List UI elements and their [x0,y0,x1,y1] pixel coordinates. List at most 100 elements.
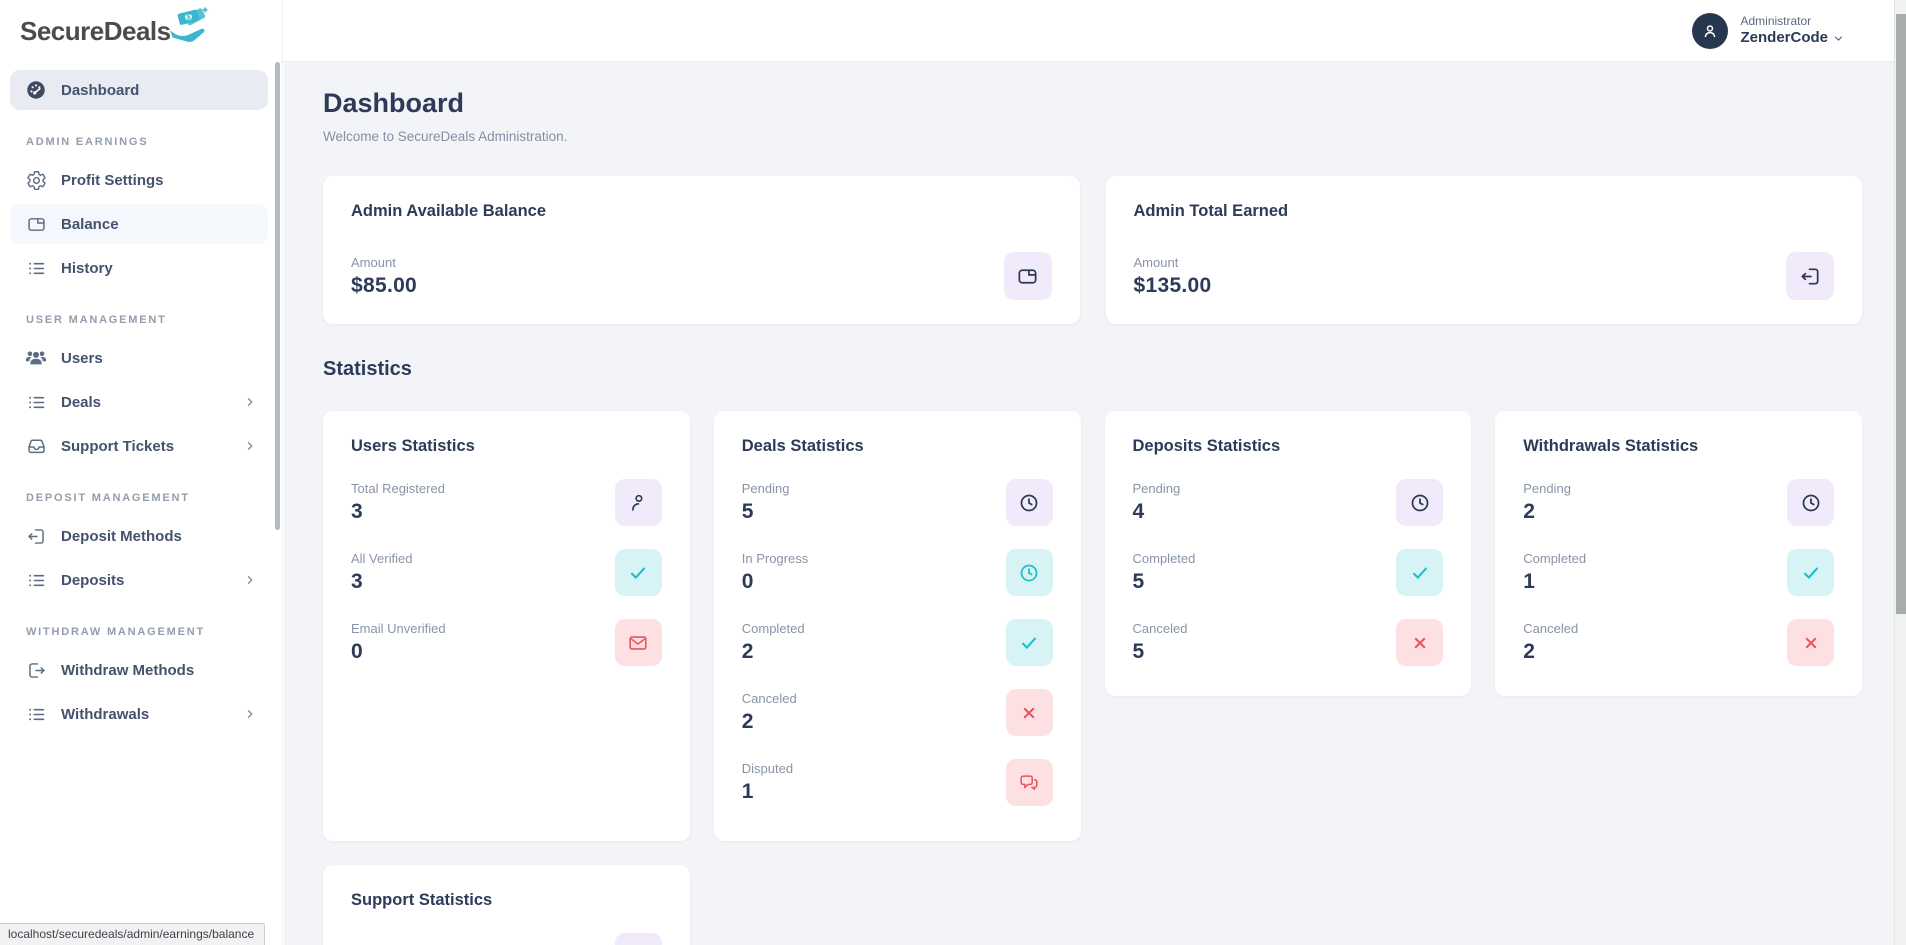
inbox-icon [24,434,48,458]
sidebar-item-label: Withdrawals [61,705,150,723]
sidebar-section-user-management: USER MANAGEMENT [26,314,167,326]
sidebar-item-label: History [61,259,113,277]
export-box-icon [24,658,48,682]
stat-value: 2 [1523,640,1536,663]
stat-value: 2 [741,640,754,663]
stat-row: New Replied [351,933,662,945]
sidebar-item-label: Users [61,349,103,367]
stat-row: Pending 2 [1523,479,1834,526]
stat-row: Completed 1 [1523,549,1834,596]
check-icon [1396,549,1444,596]
clock-icon [1787,479,1834,526]
stat-value: 3 [351,500,363,523]
sidebar-section-withdraw-management: WITHDRAW MANAGEMENT [26,626,206,638]
clock-icon [1005,549,1053,596]
list-icon [24,256,48,280]
speedometer-icon [24,78,48,102]
page-title: Dashboard [323,88,465,118]
clock-icon [1396,479,1444,526]
stat-value: 0 [351,640,363,663]
x-icon [1396,619,1444,666]
sidebar-nav: Dashboard ADMIN EARNINGS Profit Settings [0,62,282,734]
stat-label: Total Registered [351,481,445,496]
stat-value: 5 [1132,570,1145,593]
sidebar-item-label: Deals [61,393,102,411]
stat-value: 1 [1523,570,1536,593]
sidebar-item-deposit-methods[interactable]: Deposit Methods [10,516,268,556]
withdrawals-statistics-card: Withdrawals Statistics Pending 2 Complet… [1495,411,1862,696]
main-content: Dashboard Welcome to SecureDeals Adminis… [283,62,1894,945]
check-icon [1005,619,1053,666]
card-title: Withdrawals Statistics [1523,437,1699,455]
chat-icon [1005,759,1053,806]
sidebar-item-withdrawals[interactable]: Withdrawals [10,694,268,734]
stat-label: Pending [1132,481,1181,496]
stat-row: Email Unverified 0 [351,619,662,666]
stat-row: Pending 5 [742,479,1053,526]
link-status-bar: localhost/securedeals/admin/earnings/bal… [0,923,266,945]
mail-icon [614,619,662,666]
stat-label: Pending [1523,481,1571,496]
logo-text: SecureDeals [20,15,171,46]
wallet-icon [24,212,48,236]
wallet-icon [1003,252,1052,300]
stat-row: Completed 5 [1133,549,1444,596]
avatar [1692,12,1729,49]
deals-statistics-card: Deals Statistics Pending 5 In Progress 0 [713,411,1081,841]
sidebar-scrollbar-thumb[interactable] [275,62,280,530]
logo[interactable]: SecureDeals $ [0,0,282,62]
sidebar-item-balance[interactable]: Balance [10,204,268,244]
admin-total-earned-card: Admin Total Earned Amount $135.00 [1105,176,1862,324]
stat-label: Completed [1132,551,1196,566]
users-icon [24,346,48,370]
stat-value: 4 [1132,500,1145,523]
list-icon [24,568,48,592]
card-title: Deals Statistics [741,437,864,455]
stat-label: All Verified [351,551,413,566]
sidebar-item-history[interactable]: History [10,248,268,288]
page-scrollbar[interactable] [1894,0,1906,945]
amount-label: Amount [351,254,396,270]
stat-value: 0 [741,570,754,593]
amount-value: $135.00 [1133,273,1212,297]
sidebar-item-users[interactable]: Users [10,338,268,378]
svg-text:$: $ [186,13,191,22]
statistics-heading: Statistics [323,358,412,380]
page-subtitle: Welcome to SecureDeals Administration. [323,129,568,144]
sidebar-item-deals[interactable]: Deals [10,382,268,422]
clock-icon [1005,479,1053,526]
sidebar-item-label: Support Tickets [61,437,175,455]
sidebar-item-deposits[interactable]: Deposits [10,560,268,600]
sidebar-section-deposit-management: DEPOSIT MANAGEMENT [26,492,190,504]
user-menu[interactable]: Administrator ZenderCode [1692,12,1844,49]
sidebar-item-label: Balance [61,215,119,233]
user-role: Administrator [1740,13,1812,28]
sidebar-item-dashboard[interactable]: Dashboard [10,70,268,110]
gear-icon [24,168,48,192]
sidebar-item-support-tickets[interactable]: Support Tickets [10,426,268,466]
sidebar-item-profit-settings[interactable]: Profit Settings [10,160,268,200]
sidebar-item-label: Deposit Methods [61,527,182,545]
deposits-statistics-card: Deposits Statistics Pending 4 Completed … [1104,411,1472,696]
stat-row: Canceled 5 [1133,619,1444,666]
admin-available-balance-card: Admin Available Balance Amount $85.00 [323,176,1080,324]
card-title: Support Statistics [351,891,493,909]
users-statistics-card: Users Statistics Total Registered 3 All … [323,411,690,841]
sidebar-item-withdraw-methods[interactable]: Withdraw Methods [10,650,268,690]
stat-value: 3 [351,570,363,593]
sidebar-section-admin-earnings: ADMIN EARNINGS [26,136,149,148]
chevron-right-icon [244,708,256,720]
balance-cards-row: Admin Available Balance Amount $85.00 Ad… [323,176,1862,324]
stat-label: Canceled [1132,621,1188,636]
stat-value: 1 [741,780,754,803]
stat-value: 5 [741,500,754,523]
stat-value: 2 [741,710,754,733]
x-icon [1787,619,1834,666]
page-scrollbar-thumb[interactable] [1896,14,1906,614]
stat-label: Canceled [741,691,797,706]
person-icon [614,479,662,526]
check-icon [1787,549,1834,596]
card-title: Admin Available Balance [351,202,547,220]
x-icon [1005,689,1053,736]
stat-row: Completed 2 [742,619,1053,666]
